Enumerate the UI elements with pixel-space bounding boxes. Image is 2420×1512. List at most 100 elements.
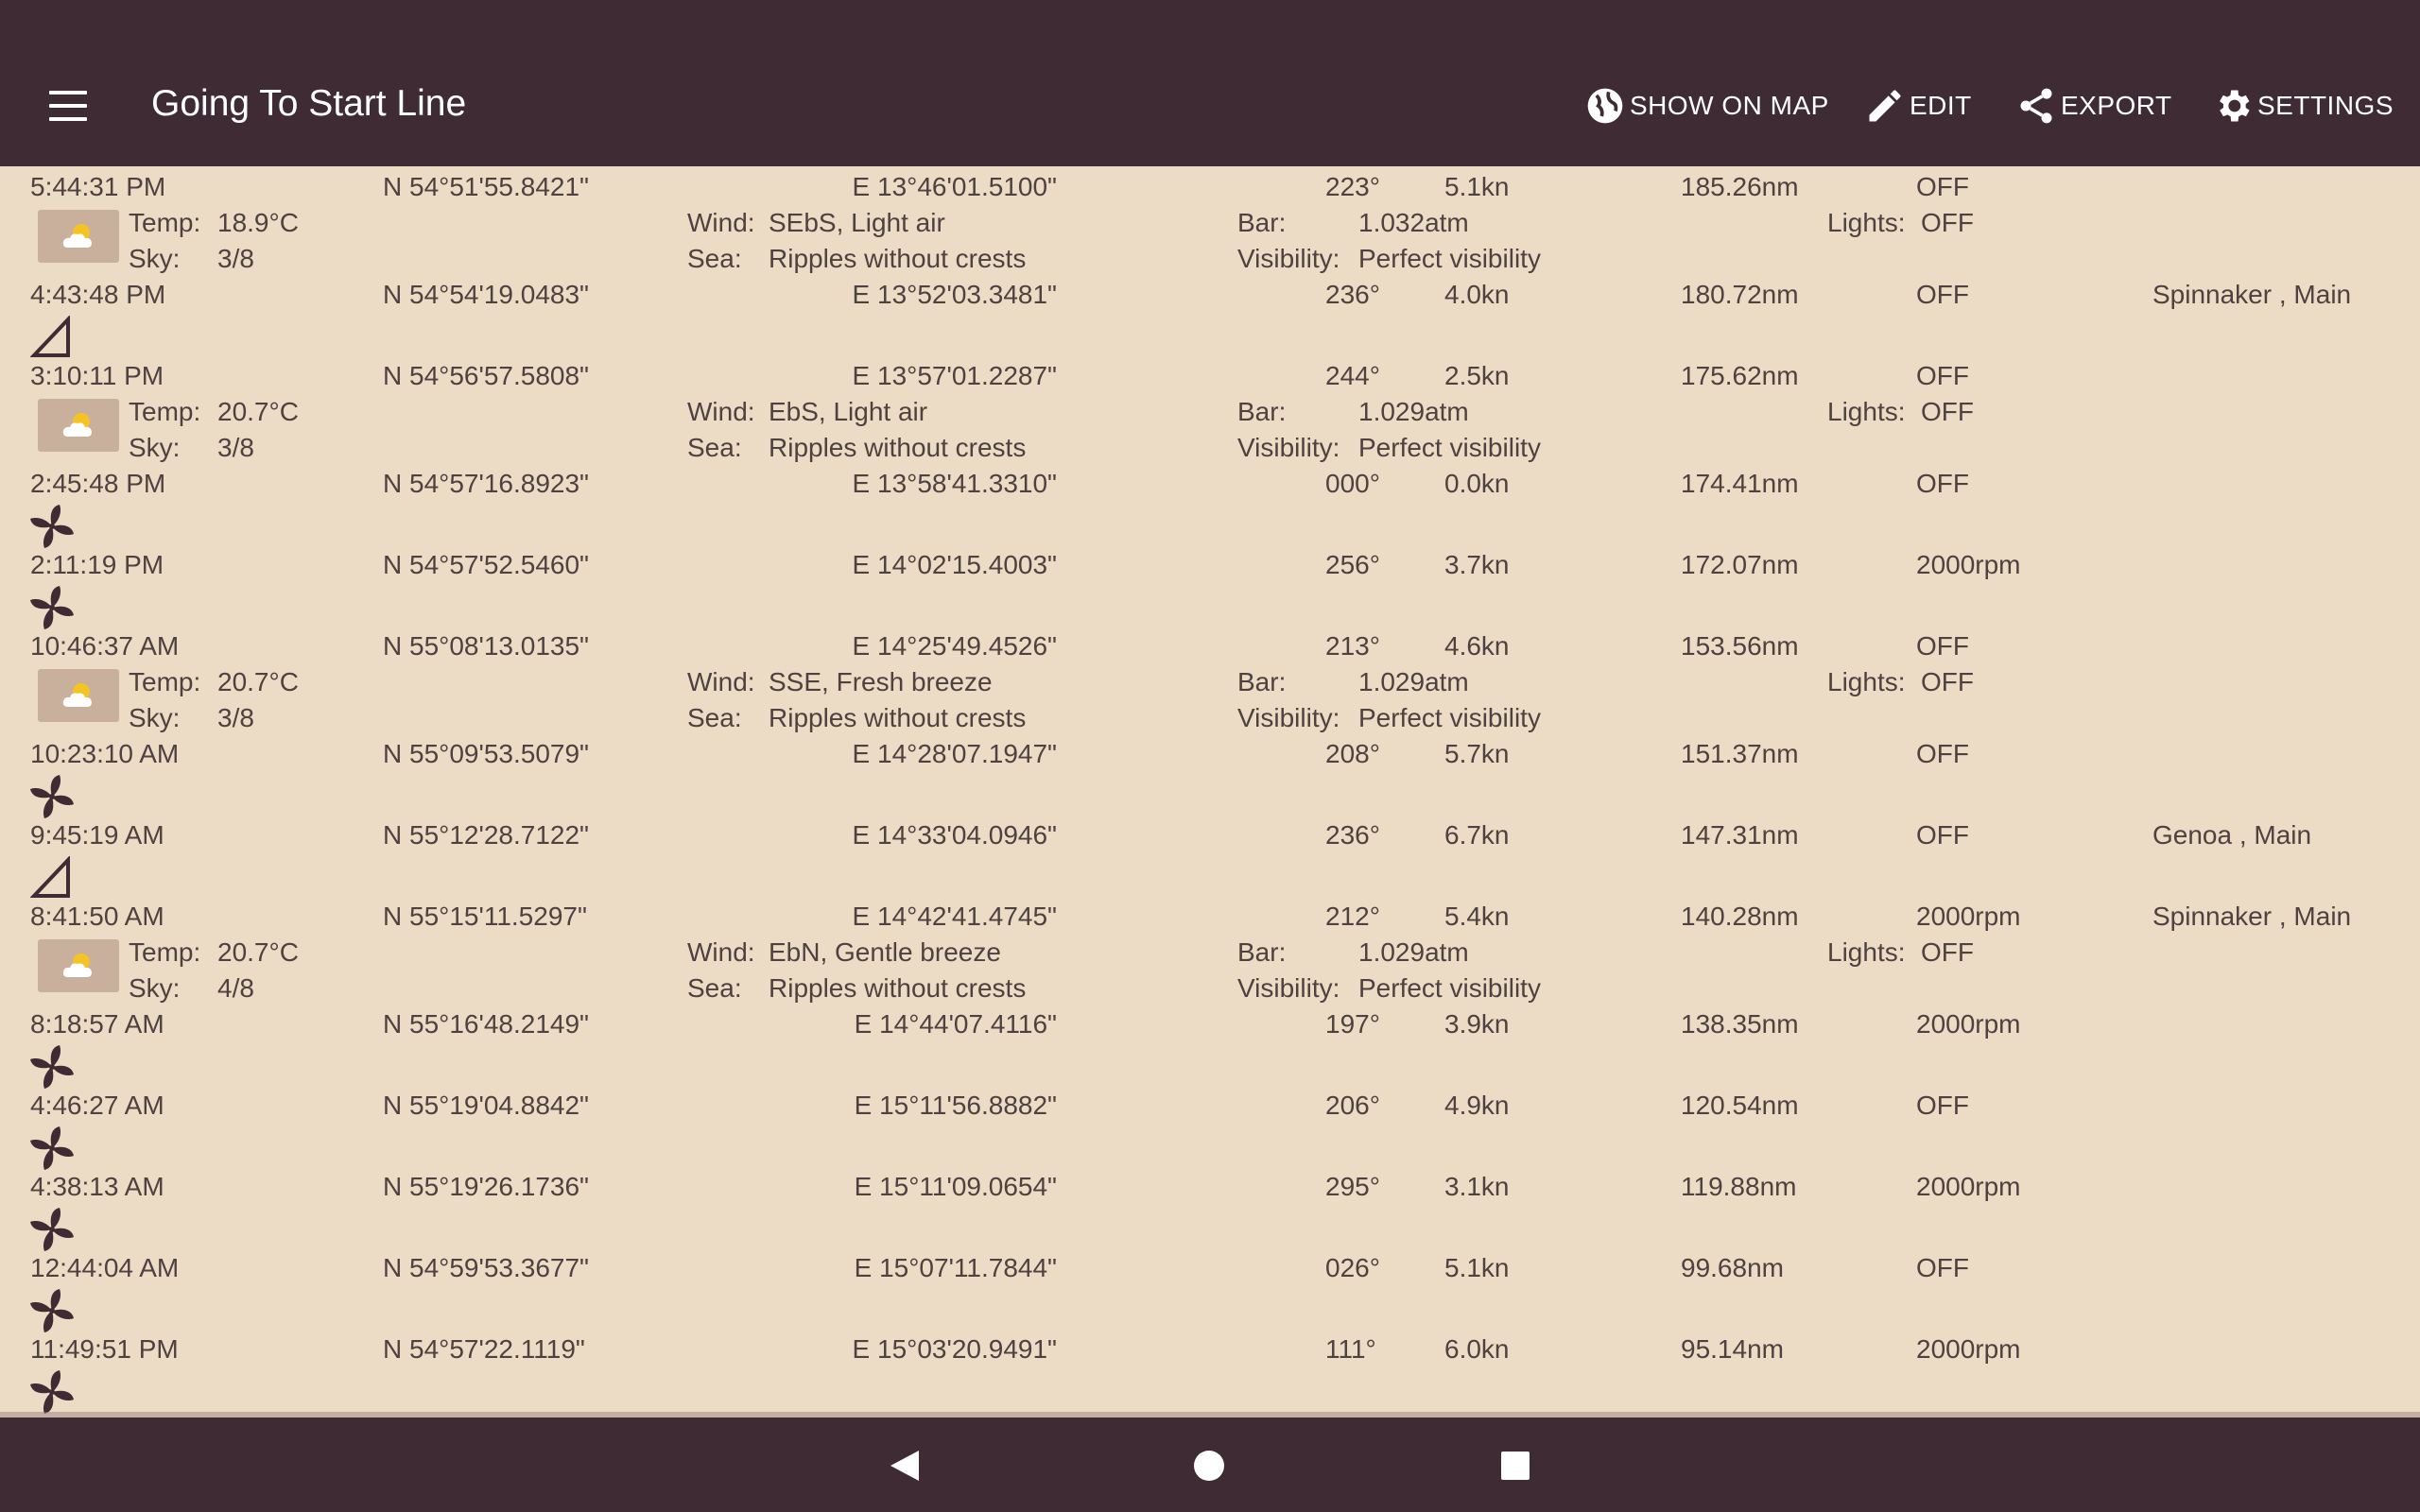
entry-sky: 3/8 (217, 703, 254, 732)
log-entry-row[interactable]: 10:46:37 AM N 55°08'13.0135" E 14°25'49.45… (0, 629, 2420, 737)
entry-time: 4:38:13 AM (30, 1172, 164, 1201)
log-entry-row[interactable]: 9:45:19 AM N 55°12'28.7122" E 14°33'04.094… (0, 818, 2420, 900)
entry-latitude: N 55°19'26.1736" (383, 1172, 589, 1201)
entry-speed: 3.9kn (1444, 1009, 1510, 1039)
entry-longitude: E 13°46'01.5100" (852, 172, 1057, 201)
entry-heading: 295° (1325, 1172, 1380, 1201)
entry-distance: 151.37nm (1681, 739, 1799, 768)
wind-label: Wind: (687, 667, 755, 696)
entry-latitude: N 54°57'16.8923" (383, 469, 589, 498)
entry-latitude: N 54°51'55.8421" (383, 172, 589, 201)
entry-engine: OFF (1916, 739, 1969, 768)
log-entry-row[interactable]: 4:46:27 AM N 55°19'04.8842" E 15°11'56.888… (0, 1089, 2420, 1170)
log-entry-row[interactable]: 8:41:50 AM N 55°15'11.5297" E 14°42'41.474… (0, 900, 2420, 1007)
entry-heading: 111° (1325, 1334, 1376, 1364)
sail-icon (29, 314, 74, 359)
home-icon[interactable] (1193, 1450, 1225, 1482)
entry-engine: 2000rpm (1916, 550, 2021, 579)
log-entry-row[interactable]: 11:49:51 PM N 54°57'22.1119" E 15°03'20.94… (0, 1332, 2420, 1414)
entry-heading: 223° (1325, 172, 1380, 201)
wind-label: Wind: (687, 208, 755, 237)
entry-time: 9:45:19 AM (30, 820, 164, 850)
engine-icon (28, 1368, 76, 1414)
entry-sky: 3/8 (217, 244, 254, 273)
entry-speed: 2.5kn (1444, 361, 1510, 390)
log-entry-row[interactable]: 5:44:31 PM N 54°51'55.8421" E 13°46'01.510… (0, 170, 2420, 278)
settings-button[interactable]: SETTINGS (2212, 81, 2394, 130)
entry-heading: 236° (1325, 820, 1380, 850)
entry-latitude: N 55°15'11.5297" (383, 902, 587, 931)
entry-sky: 4/8 (217, 973, 254, 1003)
menu-icon[interactable] (49, 91, 87, 121)
temp-label: Temp: (129, 208, 201, 237)
sea-label: Sea: (687, 703, 742, 732)
log-entry-row[interactable]: 3:10:11 PM N 54°56'57.5808" E 13°57'01.228… (0, 359, 2420, 467)
entry-engine: OFF (1916, 469, 1969, 498)
entry-longitude: E 14°02'15.4003" (852, 550, 1057, 579)
bar-label: Bar: (1237, 208, 1287, 237)
lights-label: Lights: (1827, 208, 1906, 237)
log-entry-list[interactable]: 5:44:31 PM N 54°51'55.8421" E 13°46'01.510… (0, 166, 2420, 1414)
temp-label: Temp: (129, 937, 201, 967)
share-icon (2020, 88, 2052, 124)
entry-distance: 120.54nm (1681, 1091, 1799, 1120)
entry-time: 12:44:04 AM (30, 1253, 180, 1282)
edit-label: EDIT (1910, 91, 1972, 120)
entry-bar: 1.029atm (1358, 937, 1469, 967)
entry-sails: Spinnaker , Main (2152, 280, 2352, 309)
log-entry-row[interactable]: 10:23:10 AM N 55°09'53.5079" E 14°28'07.19… (0, 737, 2420, 818)
export-button[interactable]: EXPORT (2015, 81, 2172, 130)
entry-time: 2:11:19 PM (30, 550, 164, 579)
entry-longitude: E 15°11'09.0654" (854, 1172, 1057, 1201)
entry-latitude: N 55°12'28.7122" (383, 820, 589, 850)
entry-wind: EbN, Gentle breeze (769, 937, 1001, 967)
entry-engine: OFF (1916, 631, 1969, 661)
entry-heading: 000° (1325, 469, 1380, 498)
entry-temp: 20.7°C (217, 937, 299, 967)
log-entry-row[interactable]: 8:18:57 AM N 55°16'48.2149" E 14°44'07.411… (0, 1007, 2420, 1089)
log-entry-row[interactable]: 4:38:13 AM N 55°19'26.1736" E 15°11'09.065… (0, 1170, 2420, 1251)
bar-label: Bar: (1237, 937, 1287, 967)
sky-label: Sky: (129, 244, 181, 273)
entry-distance: 153.56nm (1681, 631, 1799, 661)
entry-latitude: N 55°19'04.8842" (383, 1091, 589, 1120)
log-entry-row[interactable]: 2:45:48 PM N 54°57'16.8923" E 13°58'41.331… (0, 467, 2420, 548)
entry-time: 10:23:10 AM (30, 739, 180, 768)
entry-longitude: E 14°33'04.0946" (852, 820, 1057, 850)
log-entry-row[interactable]: 4:43:48 PM N 54°54'19.0483" E 13°52'03.348… (0, 278, 2420, 359)
entry-distance: 99.68nm (1681, 1253, 1784, 1282)
entry-time: 11:49:51 PM (30, 1334, 179, 1364)
visibility-label: Visibility: (1237, 973, 1340, 1003)
log-entry-row[interactable]: 12:44:04 AM N 54°59'53.3677" E 15°07'11.78… (0, 1251, 2420, 1332)
entry-engine: OFF (1916, 820, 1969, 850)
entry-engine: OFF (1916, 1091, 1969, 1120)
weather-icon (38, 399, 119, 452)
entry-speed: 6.7kn (1444, 820, 1510, 850)
recents-icon[interactable] (1501, 1452, 1530, 1480)
page-title: Going To Start Line (151, 83, 467, 124)
entry-longitude: E 13°58'41.3310" (852, 469, 1057, 498)
engine-icon (28, 1206, 76, 1253)
lights-label: Lights: (1827, 937, 1906, 967)
entry-latitude: N 54°59'53.3677" (383, 1253, 589, 1282)
entry-distance: 138.35nm (1681, 1009, 1799, 1039)
show-on-map-button[interactable]: SHOW ON MAP (1584, 81, 1829, 130)
entry-distance: 174.41nm (1681, 469, 1799, 498)
entry-speed: 4.6kn (1444, 631, 1510, 661)
entry-longitude: E 15°07'11.7844" (854, 1253, 1057, 1282)
entry-longitude: E 14°28'07.1947" (852, 739, 1057, 768)
entry-heading: 026° (1325, 1253, 1380, 1282)
bar-label: Bar: (1237, 397, 1287, 426)
lights-label: Lights: (1827, 667, 1906, 696)
back-icon[interactable] (889, 1449, 921, 1483)
entry-temp: 18.9°C (217, 208, 299, 237)
entry-wind: SEbS, Light air (769, 208, 945, 237)
entry-distance: 172.07nm (1681, 550, 1799, 579)
entry-latitude: N 55°08'13.0135" (383, 631, 589, 661)
entry-speed: 6.0kn (1444, 1334, 1510, 1364)
entry-speed: 3.7kn (1444, 550, 1510, 579)
log-entry-row[interactable]: 2:11:19 PM N 54°57'52.5460" E 14°02'15.400… (0, 548, 2420, 629)
export-label: EXPORT (2061, 91, 2172, 120)
edit-button[interactable]: EDIT (1864, 81, 1972, 130)
entry-time: 5:44:31 PM (30, 172, 166, 201)
